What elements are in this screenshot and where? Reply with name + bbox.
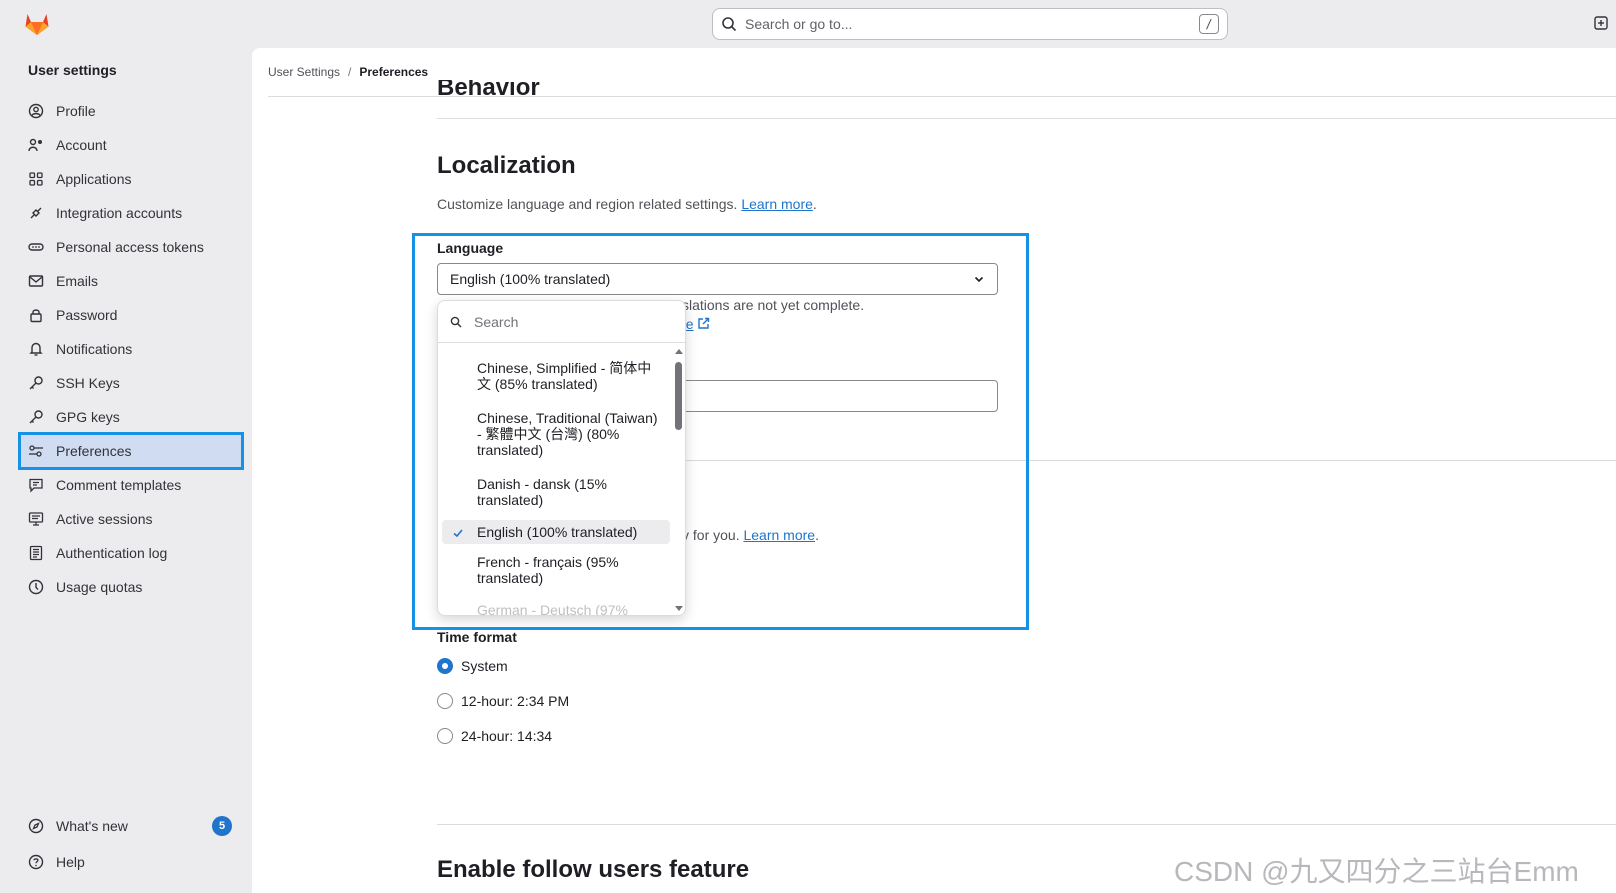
main-panel: User Settings / Preferences Behavior Loc… [252,48,1616,893]
quota-icon [28,579,44,595]
profile-icon [28,103,44,119]
radio-label: 24-hour: 14:34 [461,728,553,744]
radio-button-checked[interactable] [437,658,453,674]
sidebar-title: User settings [28,62,117,78]
annotation-highlight-box [412,233,1029,630]
sidebar-item-label: SSH Keys [56,375,120,391]
key-icon [28,409,44,425]
behavior-heading: Behavior [437,80,540,100]
watermark: CSDN @九又四分之三站台Emm [1174,856,1579,887]
search-shortcut-key: / [1199,14,1219,34]
sidebar-item-label: Active sessions [56,511,153,527]
token-icon [28,239,44,255]
sidebar-item-help[interactable]: Help [20,844,242,880]
sidebar-item-label: Help [56,854,85,870]
radio-label: 12-hour: 2:34 PM [461,693,570,709]
sidebar-item-ssh-keys[interactable]: SSH Keys [20,366,242,400]
sidebar-item-label: Profile [56,103,96,119]
integration-icon [28,205,44,221]
sidebar-item-label: Personal access tokens [56,239,204,255]
key-icon [28,375,44,391]
top-bar: Search or go to... / [0,0,1616,48]
time-format-option-12-hour[interactable]: 12-hour: 2:34 PM [437,693,569,709]
sidebar-item-label: Account [56,137,107,153]
radio-label: System [461,658,508,674]
follow-users-title: Enable follow users feature [437,856,750,883]
sidebar-item-label: Authentication log [56,545,168,561]
localization-description: Customize language and region related se… [437,196,817,212]
sidebar-item-authentication-log[interactable]: Authentication log [20,536,242,570]
sidebar-item-label: Preferences [56,443,132,459]
sidebar-item-whats-new[interactable]: What's new 5 [20,808,242,844]
sidebar-item-label: Usage quotas [56,579,143,595]
sidebar-item-label: Notifications [56,341,133,357]
monitor-icon [28,511,44,527]
compass-icon [28,818,44,834]
localization-period: . [812,196,817,212]
sidebar-bottom-nav: What's new 5 Help [20,808,242,880]
sidebar-item-comment-templates[interactable]: Comment templates [20,468,242,502]
new-tab-icon[interactable] [1594,16,1608,30]
global-search-input[interactable]: Search or go to... / [712,8,1228,40]
sidebar-item-label: What's new [56,818,128,834]
sidebar-item-profile[interactable]: Profile [20,94,242,128]
applications-icon [28,171,44,187]
sidebar-item-label: Password [56,307,118,323]
log-icon [28,545,44,561]
sidebar-item-label: Applications [56,171,132,187]
sidebar: User settings Profile Account Applicatio… [10,48,252,893]
sidebar-item-active-sessions[interactable]: Active sessions [20,502,242,536]
breadcrumb-user-settings[interactable]: User Settings [268,65,340,79]
search-placeholder: Search or go to... [745,16,853,32]
breadcrumb-separator: / [348,65,352,79]
lock-icon [28,307,44,323]
sidebar-nav: Profile Account Applications Integration… [18,94,244,604]
time-format-option-24-hour[interactable]: 24-hour: 14:34 [437,728,552,744]
gitlab-logo-icon[interactable] [24,12,50,36]
localization-title: Localization [437,152,576,179]
localization-description-text: Customize language and region related se… [437,196,738,212]
radio-button[interactable] [437,728,453,744]
breadcrumb-current[interactable]: Preferences [359,65,428,79]
sidebar-item-integration-accounts[interactable]: Integration accounts [20,196,242,230]
divider [437,824,1616,825]
time-format-label: Time format [437,629,517,645]
divider [437,118,1616,119]
account-icon [28,137,44,153]
sidebar-item-account[interactable]: Account [20,128,242,162]
comment-icon [28,477,44,493]
whats-new-count-badge: 5 [212,816,232,836]
time-format-option-system[interactable]: System [437,658,508,674]
sidebar-item-label: GPG keys [56,409,120,425]
sidebar-item-preferences[interactable]: Preferences [18,432,244,470]
sidebar-item-notifications[interactable]: Notifications [20,332,242,366]
radio-button[interactable] [437,693,453,709]
mail-icon [28,273,44,289]
localization-learn-more-link[interactable]: Learn more [741,196,813,212]
sidebar-item-gpg-keys[interactable]: GPG keys [20,400,242,434]
sidebar-item-label: Emails [56,273,99,289]
sidebar-item-label: Comment templates [56,477,182,493]
sidebar-item-personal-access-tokens[interactable]: Personal access tokens [20,230,242,264]
sidebar-item-emails[interactable]: Emails [20,264,242,298]
help-icon [28,854,44,870]
preferences-icon [28,443,44,459]
sidebar-item-usage-quotas[interactable]: Usage quotas [20,570,242,604]
bell-icon [28,341,44,357]
search-icon [722,17,737,32]
sidebar-item-password[interactable]: Password [20,298,242,332]
sidebar-item-label: Integration accounts [56,205,183,221]
sidebar-item-applications[interactable]: Applications [20,162,242,196]
